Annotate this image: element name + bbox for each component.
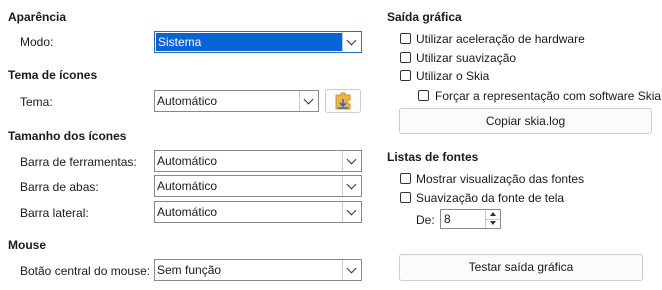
font-size-spinner[interactable]: 8 bbox=[440, 209, 501, 229]
theme-label: Tema: bbox=[20, 95, 53, 109]
toolbar-size-label: Barra de ferramentas: bbox=[20, 155, 137, 169]
antialias-label: Utilizar suavização bbox=[416, 51, 517, 65]
sidebar-size-combobox[interactable]: Automático bbox=[154, 201, 362, 223]
sidebar-size-value: Automático bbox=[157, 205, 218, 219]
from-label: De: bbox=[416, 213, 435, 227]
font-smoothing-checkbox[interactable] bbox=[400, 192, 411, 203]
hw-accel-label: Utilizar aceleração de hardware bbox=[416, 32, 585, 46]
tabbar-size-label: Barra de abas: bbox=[20, 180, 99, 194]
icon-theme-title: Tema de ícones bbox=[8, 68, 98, 82]
mode-value: Sistema bbox=[158, 35, 202, 49]
chevron-down-icon[interactable] bbox=[299, 91, 318, 111]
middle-button-value: Sem função bbox=[157, 263, 222, 277]
middle-button-combobox[interactable]: Sem função bbox=[154, 259, 362, 281]
toolbar-size-combobox[interactable]: Automático bbox=[154, 150, 362, 172]
add-icon-theme-button[interactable] bbox=[325, 89, 361, 113]
chevron-down-icon[interactable] bbox=[342, 32, 361, 52]
chevron-down-icon[interactable] bbox=[342, 151, 361, 171]
test-graphics-button[interactable]: Testar saída gráfica bbox=[399, 254, 643, 281]
font-preview-checkbox[interactable] bbox=[400, 173, 411, 184]
decrement-icon[interactable] bbox=[486, 219, 500, 228]
appearance-title: Aparência bbox=[8, 10, 67, 24]
skia-software-label: Forçar a representação com software Skia bbox=[435, 89, 662, 103]
hw-accel-checkbox[interactable] bbox=[400, 33, 411, 44]
chevron-down-icon[interactable] bbox=[342, 176, 361, 196]
middle-button-label: Botão central do mouse: bbox=[20, 264, 151, 278]
add-extension-icon bbox=[335, 92, 351, 110]
font-preview-label: Mostrar visualização das fontes bbox=[416, 172, 585, 186]
theme-combobox[interactable]: Automático bbox=[154, 90, 319, 112]
icon-size-title: Tamanho dos ícones bbox=[8, 129, 127, 143]
skia-label: Utilizar o Skia bbox=[416, 69, 490, 83]
antialias-checkbox[interactable] bbox=[400, 52, 411, 63]
copy-skia-log-button[interactable]: Copiar skia.log bbox=[399, 108, 652, 134]
graphics-title: Saída gráfica bbox=[387, 10, 462, 24]
font-lists-title: Listas de fontes bbox=[387, 150, 479, 164]
chevron-down-icon[interactable] bbox=[342, 260, 361, 280]
theme-value: Automático bbox=[157, 94, 218, 108]
tabbar-size-combobox[interactable]: Automático bbox=[154, 175, 362, 197]
font-smoothing-label: Suavização da fonte de tela bbox=[416, 191, 565, 205]
skia-software-checkbox[interactable] bbox=[418, 90, 429, 101]
font-size-value: 8 bbox=[444, 212, 451, 226]
mouse-title: Mouse bbox=[8, 238, 47, 252]
sidebar-size-label: Barra lateral: bbox=[20, 206, 89, 220]
mode-label: Modo: bbox=[20, 35, 54, 49]
skia-checkbox[interactable] bbox=[400, 70, 411, 81]
chevron-down-icon[interactable] bbox=[342, 202, 361, 222]
tabbar-size-value: Automático bbox=[157, 179, 218, 193]
mode-combobox[interactable]: Sistema bbox=[154, 31, 362, 53]
toolbar-size-value: Automático bbox=[157, 154, 218, 168]
